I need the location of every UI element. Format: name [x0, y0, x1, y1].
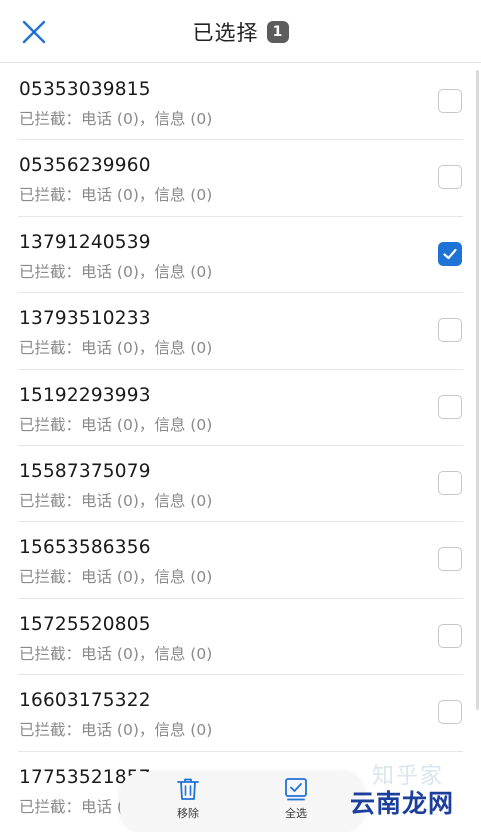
block-status: 已拦截：电话 (0)，信息 (0) [19, 491, 213, 510]
page-title: 已选择 [192, 20, 259, 45]
site-watermark: 知乎家 云南龙网 [350, 758, 476, 824]
row-checkbox[interactable] [438, 623, 462, 648]
phone-number: 15653586356 [19, 537, 151, 559]
block-status: 已拦截：电话 (0)，信息 (0) [19, 110, 213, 128]
phone-number: 05353039815 [19, 79, 151, 100]
row-checkbox[interactable] [438, 470, 462, 495]
select-all-icon [285, 778, 307, 801]
block-status: 已拦截：电话 (0)，信息 (0) [19, 415, 213, 434]
phone-number: 13793510233 [19, 308, 151, 330]
row-checkbox[interactable] [438, 165, 462, 190]
block-status: 已拦截：电话 (0)，信息 (0) [19, 721, 213, 740]
top-bar: 已选择 1 [0, 0, 481, 63]
block-status: 已拦截：电话 (0)，信息 (0) [19, 186, 213, 205]
bottom-action-bar: 移除 全选 [120, 772, 364, 832]
row-checkbox[interactable] [438, 700, 462, 725]
title-area: 已选择 1 [0, 0, 481, 63]
list-item[interactable]: 05353039815 已拦截：电话 (0)，信息 (0) [0, 64, 481, 141]
block-status: 已拦截：电话 (0)，信息 (0) [19, 262, 213, 281]
watermark-logo-text: 云南龙网 [350, 789, 455, 818]
blocked-number-list: 05353039815 已拦截：电话 (0)，信息 (0) 0535623996… [0, 64, 481, 828]
row-checkbox[interactable] [438, 318, 462, 343]
list-item[interactable]: 15192293993 已拦截：电话 (0)，信息 (0) [0, 370, 481, 446]
phone-number: 16603175322 [19, 690, 151, 712]
phone-number: 15725520805 [19, 613, 151, 635]
list-item[interactable]: 15587375079 已拦截：电话 (0)，信息 (0) [0, 446, 481, 523]
list-item[interactable]: 13791240539 已拦截：电话 (0)，信息 (0) [0, 217, 481, 294]
selected-count-badge: 1 [266, 20, 289, 43]
list-item[interactable]: 13793510233 已拦截：电话 (0)，信息 (0) [0, 293, 481, 370]
check-icon [443, 248, 457, 259]
list-item[interactable]: 16603175322 已拦截：电话 (0)，信息 (0) [0, 675, 481, 752]
block-status: 已拦截：电话 (0)，信息 (0) [19, 644, 213, 663]
block-status: 已拦截：电话 (0)，信息 (0) [19, 568, 213, 587]
list-item[interactable]: 15653586356 已拦截：电话 (0)，信息 (0) [0, 522, 481, 599]
phone-number: 15587375079 [19, 460, 151, 482]
row-checkbox[interactable] [438, 547, 462, 572]
phone-number: 05356239960 [19, 155, 151, 177]
phone-number: 13791240539 [19, 231, 151, 253]
select-all-button[interactable]: 全选 [266, 776, 326, 821]
row-checkbox[interactable] [438, 394, 462, 419]
block-status: 已拦截：电话 (0)，信息 (0) [19, 339, 213, 358]
trash-icon [177, 778, 199, 800]
phone-number: 15192293993 [19, 384, 151, 406]
list-item[interactable]: 15725520805 已拦截：电话 (0)，信息 (0) [0, 599, 481, 676]
remove-label: 移除 [177, 807, 199, 820]
remove-button[interactable]: 移除 [158, 776, 218, 821]
list-item[interactable]: 05356239960 已拦截：电话 (0)，信息 (0) [0, 140, 481, 217]
select-all-label: 全选 [285, 807, 307, 820]
scrollbar[interactable] [476, 70, 479, 710]
row-checkbox[interactable] [438, 89, 462, 113]
row-checkbox-checked[interactable] [438, 241, 462, 266]
